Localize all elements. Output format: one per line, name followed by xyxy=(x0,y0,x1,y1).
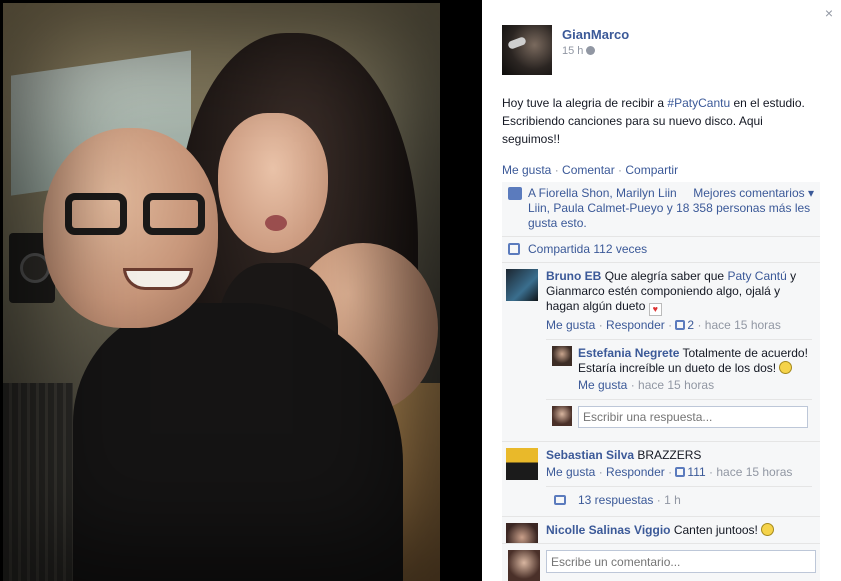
view-replies-link[interactable]: 13 respuestas xyxy=(578,493,653,507)
comment-likes-count[interactable]: 111 xyxy=(675,465,706,479)
smile-emoticon-icon xyxy=(761,523,775,536)
view-replies: 13 respuestas · 1 h xyxy=(546,486,812,510)
reply-button[interactable]: Responder xyxy=(606,318,665,332)
comment-like-button[interactable]: Me gusta xyxy=(546,318,595,332)
smile-emoticon-icon xyxy=(779,361,793,374)
shares-summary[interactable]: Compartida 112 veces xyxy=(502,237,820,263)
thumbs-up-icon xyxy=(675,467,686,477)
avatar[interactable] xyxy=(502,25,552,75)
commenter-name[interactable]: Nicolle Salinas Viggio xyxy=(546,523,670,537)
comment: Bruno EB Que alegría saber que Paty Cant… xyxy=(502,263,820,442)
comment-likes-count[interactable]: 2 xyxy=(675,318,694,332)
reply: Estefania Negrete Totalmente de acuerdo!… xyxy=(546,339,812,393)
author-name[interactable]: GianMarco xyxy=(562,27,629,42)
reply-composer xyxy=(546,399,812,435)
share-button[interactable]: Compartir xyxy=(625,163,678,177)
mention-link[interactable]: Paty Cantú xyxy=(727,269,786,283)
reply-input[interactable] xyxy=(578,406,808,428)
post-actions: Me gusta · Comentar · Compartir xyxy=(502,163,679,177)
comment-like-button[interactable]: Me gusta xyxy=(546,465,595,479)
post-panel: × GianMarco 15 h Hoy tuve la alegria de … xyxy=(482,0,841,581)
thumbs-up-icon xyxy=(675,320,686,330)
commenter-name[interactable]: Estefania Negrete xyxy=(578,346,679,360)
reply-like-button[interactable]: Me gusta xyxy=(578,378,627,392)
avatar[interactable] xyxy=(506,448,538,480)
avatar xyxy=(552,406,572,426)
avatar[interactable] xyxy=(552,346,572,366)
feedback-section: Mejores comentarios ▾ A Fiorella Shon, M… xyxy=(502,182,820,555)
comment: Sebastian Silva BRAZZERS Me gusta · Resp… xyxy=(502,442,820,517)
hashtag-link[interactable]: #PatyCantu xyxy=(667,96,730,110)
commenter-name[interactable]: Bruno EB xyxy=(546,269,601,283)
avatar xyxy=(508,550,540,581)
heart-emoticon-icon: ♥ xyxy=(648,303,662,316)
globe-icon xyxy=(586,46,596,55)
photo-viewer[interactable] xyxy=(0,0,482,581)
post-photo xyxy=(3,3,440,581)
post-timestamp[interactable]: 15 h xyxy=(562,45,629,57)
close-icon[interactable]: × xyxy=(822,6,836,20)
comment-composer xyxy=(502,543,820,581)
share-icon xyxy=(508,243,520,255)
like-button[interactable]: Me gusta xyxy=(502,163,551,177)
commenter-name[interactable]: Sebastian Silva xyxy=(546,448,634,462)
comment-input[interactable] xyxy=(546,550,816,573)
avatar[interactable] xyxy=(506,269,538,301)
reply-arrow-icon xyxy=(554,495,566,505)
likes-summary: Mejores comentarios ▾ A Fiorella Shon, M… xyxy=(502,182,820,237)
post-text: Hoy tuve la alegria de recibir a #PatyCa… xyxy=(502,96,805,146)
comment-button[interactable]: Comentar xyxy=(562,163,615,177)
thumbs-up-icon xyxy=(508,187,522,200)
post-header: GianMarco 15 h xyxy=(502,25,629,75)
reply-button[interactable]: Responder xyxy=(606,465,665,479)
comment-sort-dropdown[interactable]: Mejores comentarios ▾ xyxy=(693,186,814,201)
